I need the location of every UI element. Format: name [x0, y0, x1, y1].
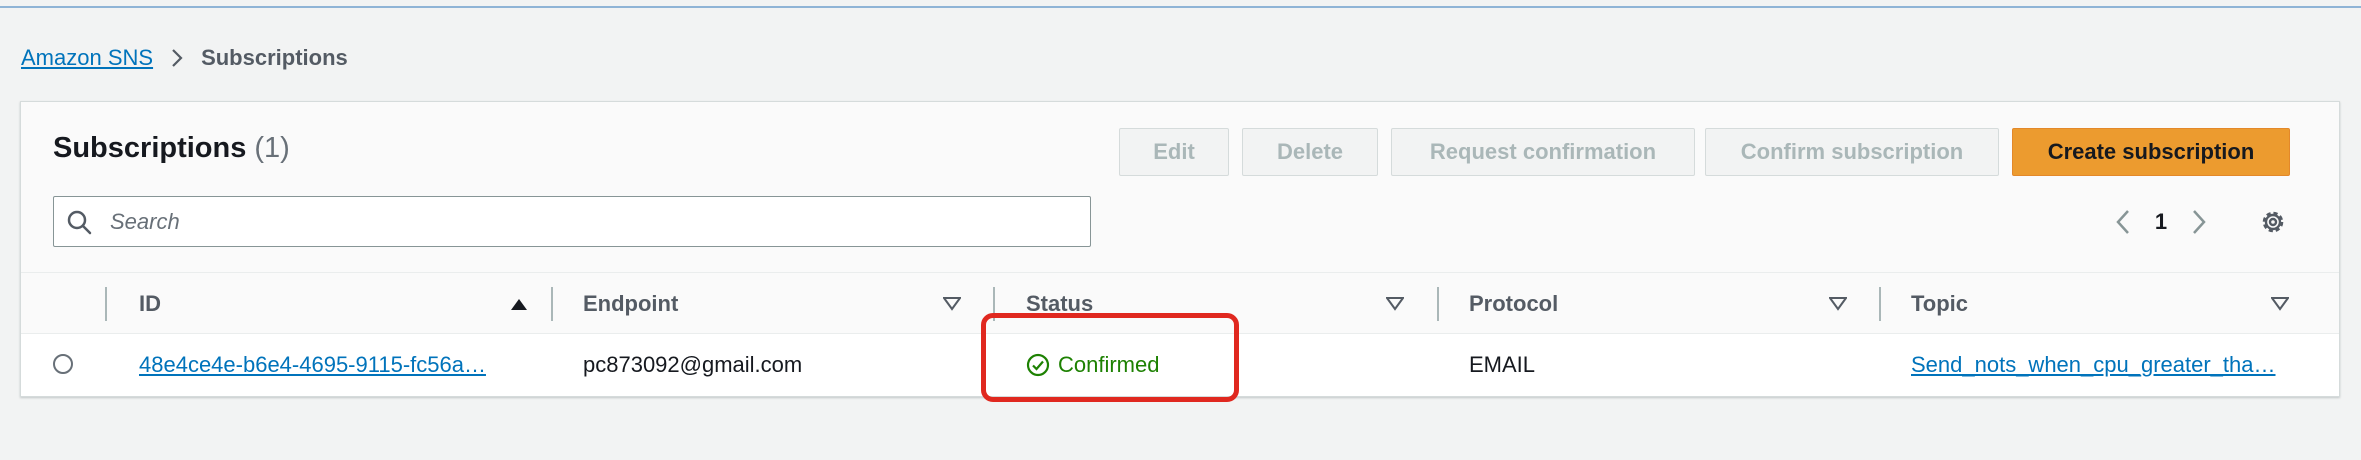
breadcrumb: Amazon SNS Subscriptions — [21, 42, 348, 74]
topic-link[interactable]: Send_nots_when_cpu_greater_tha… — [1911, 334, 2311, 396]
column-header-topic[interactable]: Topic — [1911, 273, 1968, 335]
column-header-status[interactable]: Status — [1026, 273, 1093, 335]
subscriptions-table: ID Endpoint Status Protocol Topic 48e4ce… — [21, 272, 2339, 396]
sort-descending-icon[interactable] — [1827, 293, 1849, 315]
column-header-protocol[interactable]: Protocol — [1469, 273, 1558, 335]
row-select-radio[interactable] — [53, 354, 73, 374]
table-header: ID Endpoint Status Protocol Topic — [21, 272, 2339, 334]
pagination: 1 — [2103, 200, 2219, 244]
check-circle-icon — [1026, 353, 1050, 377]
status-cell: Confirmed — [1026, 334, 1421, 396]
page-title: Subscriptions (1) — [53, 132, 290, 165]
gear-icon[interactable] — [2253, 202, 2293, 242]
sort-descending-icon[interactable] — [1384, 293, 1406, 315]
endpoint-cell: pc873092@gmail.com — [583, 352, 803, 377]
column-divider[interactable] — [993, 287, 995, 321]
sort-descending-icon[interactable] — [941, 293, 963, 315]
search-input[interactable] — [108, 207, 1072, 236]
current-page[interactable]: 1 — [2143, 209, 2179, 235]
subscription-count: (1) — [254, 132, 290, 164]
subscriptions-panel: Subscriptions (1) Edit Delete Request con… — [20, 101, 2340, 397]
subscription-id-link[interactable]: 48e4ce4e-b6e4-4695-9115-fc56a… — [139, 334, 534, 396]
chevron-left-icon[interactable] — [2103, 209, 2143, 235]
breadcrumb-amazon-sns-link[interactable]: Amazon SNS — [21, 45, 153, 71]
column-divider — [105, 287, 107, 321]
search-icon — [66, 209, 100, 235]
delete-button[interactable]: Delete — [1242, 128, 1378, 176]
breadcrumb-current: Subscriptions — [201, 45, 348, 70]
search-field[interactable] — [53, 196, 1091, 247]
chevron-right-icon — [171, 48, 183, 68]
column-divider[interactable] — [1879, 287, 1881, 321]
protocol-cell: EMAIL — [1469, 352, 1536, 377]
column-divider[interactable] — [551, 287, 553, 321]
column-header-id[interactable]: ID — [139, 273, 161, 335]
top-border — [0, 0, 2361, 8]
title-text: Subscriptions — [53, 132, 247, 164]
sort-ascending-icon[interactable] — [508, 293, 530, 315]
table-row[interactable]: 48e4ce4e-b6e4-4695-9115-fc56a… pc873092@… — [21, 334, 2339, 396]
request-confirmation-button[interactable]: Request confirmation — [1391, 128, 1695, 176]
column-header-endpoint[interactable]: Endpoint — [583, 273, 678, 335]
confirm-subscription-button[interactable]: Confirm subscription — [1705, 128, 1999, 176]
edit-button[interactable]: Edit — [1119, 128, 1229, 176]
panel-header: Subscriptions (1) Edit Delete Request con… — [21, 102, 2339, 272]
sort-descending-icon[interactable] — [2269, 293, 2291, 315]
column-divider[interactable] — [1437, 287, 1439, 321]
create-subscription-button[interactable]: Create subscription — [2012, 128, 2290, 176]
status-text: Confirmed — [1058, 352, 1160, 377]
chevron-right-icon[interactable] — [2179, 209, 2219, 235]
